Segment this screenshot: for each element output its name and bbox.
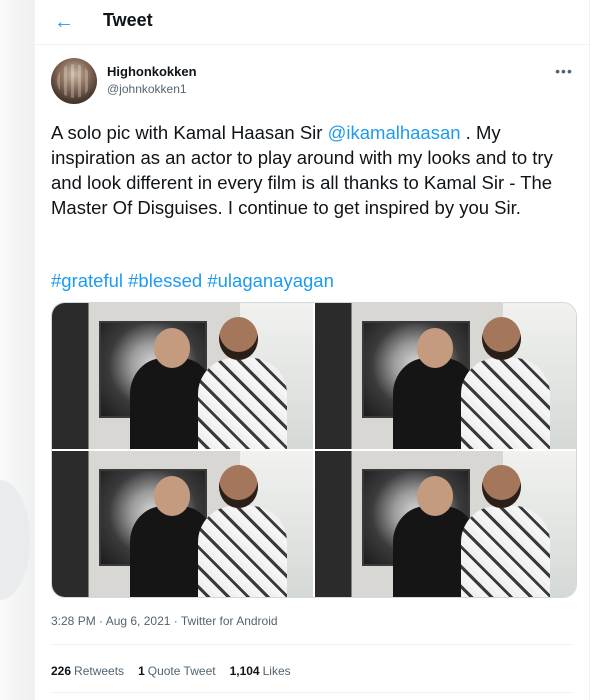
likes-stat[interactable]: 1,104 Likes — [230, 664, 291, 678]
media-grid — [51, 302, 577, 598]
hashtag-list: #grateful #blessed #ulaganayagan — [51, 268, 571, 293]
more-dots-icon: ••• — [555, 63, 573, 79]
quotes-count: 1 — [138, 664, 145, 678]
likes-label: Likes — [262, 664, 291, 678]
retweets-label: Retweets — [74, 664, 125, 678]
tweet-photo[interactable] — [315, 451, 576, 597]
likes-count: 1,104 — [229, 664, 260, 678]
tweet-photo[interactable] — [52, 303, 313, 449]
author-name[interactable]: Highonkokken — [107, 64, 197, 79]
tweet-text-part1: A solo pic with Kamal Haasan Sir — [51, 122, 328, 143]
quotes-label: Quote Tweet — [147, 664, 216, 678]
tweet-text: A solo pic with Kamal Haasan Sir @ikamal… — [51, 120, 571, 220]
engagement-stats: 226 Retweets 1 Quote Tweet 1,104 Likes — [51, 664, 291, 678]
back-button[interactable]: ← — [49, 7, 79, 37]
tweet-timestamp[interactable]: 3:28 PM · Aug 6, 2021 · Twitter for Andr… — [51, 614, 278, 628]
retweets-stat[interactable]: 226 Retweets — [51, 664, 124, 678]
background-shape — [0, 480, 30, 600]
divider — [51, 692, 573, 693]
hashtag-link[interactable]: #blessed — [128, 270, 202, 291]
hashtag-link[interactable]: #ulaganayagan — [207, 270, 334, 291]
background-left-edge — [0, 0, 34, 700]
hashtag-link[interactable]: #grateful — [51, 270, 123, 291]
author-handle[interactable]: @johnkokken1 — [107, 82, 187, 96]
more-options-button[interactable]: ••• — [551, 58, 577, 84]
mention-link[interactable]: @ikamalhaasan — [328, 122, 461, 143]
retweets-count: 226 — [51, 664, 72, 678]
page-title: Tweet — [103, 10, 153, 30]
quote-tweets-stat[interactable]: 1 Quote Tweet — [138, 664, 216, 678]
tweet-photo[interactable] — [52, 451, 313, 597]
page-header: ← Tweet — [35, 0, 589, 45]
tweet-photo[interactable] — [315, 303, 576, 449]
arrow-left-icon: ← — [54, 10, 74, 33]
avatar[interactable] — [51, 58, 97, 104]
tweet-card: ← Tweet Highonkokken @johnkokken1 ••• A … — [34, 0, 590, 700]
divider — [51, 644, 573, 645]
